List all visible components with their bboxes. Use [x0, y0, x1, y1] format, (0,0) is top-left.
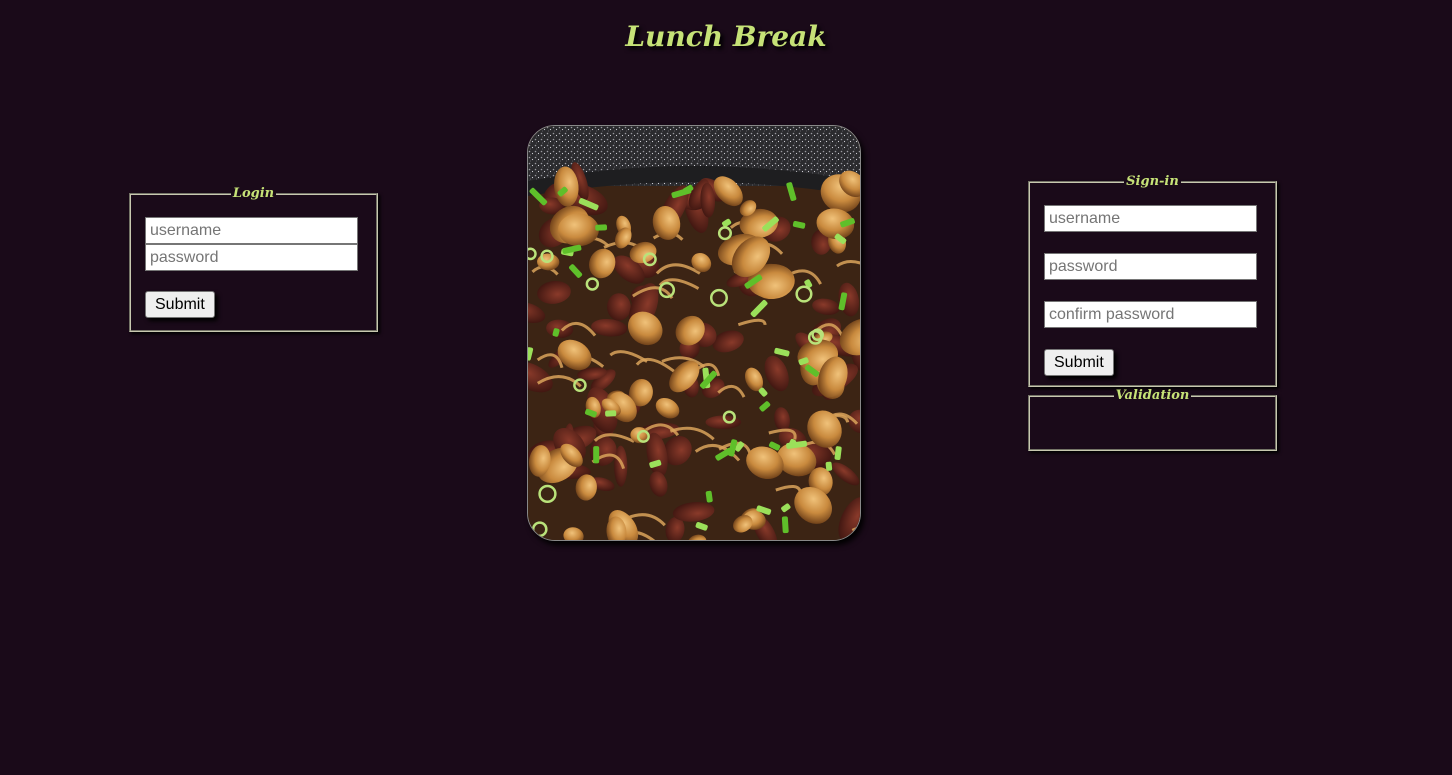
login-submit-button[interactable]: Submit	[145, 291, 215, 318]
hero-food-image	[527, 125, 861, 541]
signin-form: Sign-in Submit	[1028, 174, 1277, 387]
signin-confirm-password-input[interactable]	[1044, 301, 1257, 328]
login-password-input[interactable]	[145, 244, 358, 271]
login-legend: Login	[232, 186, 275, 201]
validation-box: Validation	[1028, 388, 1277, 451]
login-username-input[interactable]	[145, 217, 358, 244]
login-form: Login Submit	[129, 186, 378, 332]
signin-submit-button[interactable]: Submit	[1044, 349, 1114, 376]
signin-password-input[interactable]	[1044, 253, 1257, 280]
signin-username-input[interactable]	[1044, 205, 1257, 232]
page: Lunch Break Login Submit	[0, 0, 1452, 775]
signin-legend: Sign-in	[1126, 174, 1179, 189]
page-title: Lunch Break	[625, 20, 827, 53]
validation-legend: Validation	[1115, 388, 1190, 403]
food-photo	[528, 126, 860, 540]
